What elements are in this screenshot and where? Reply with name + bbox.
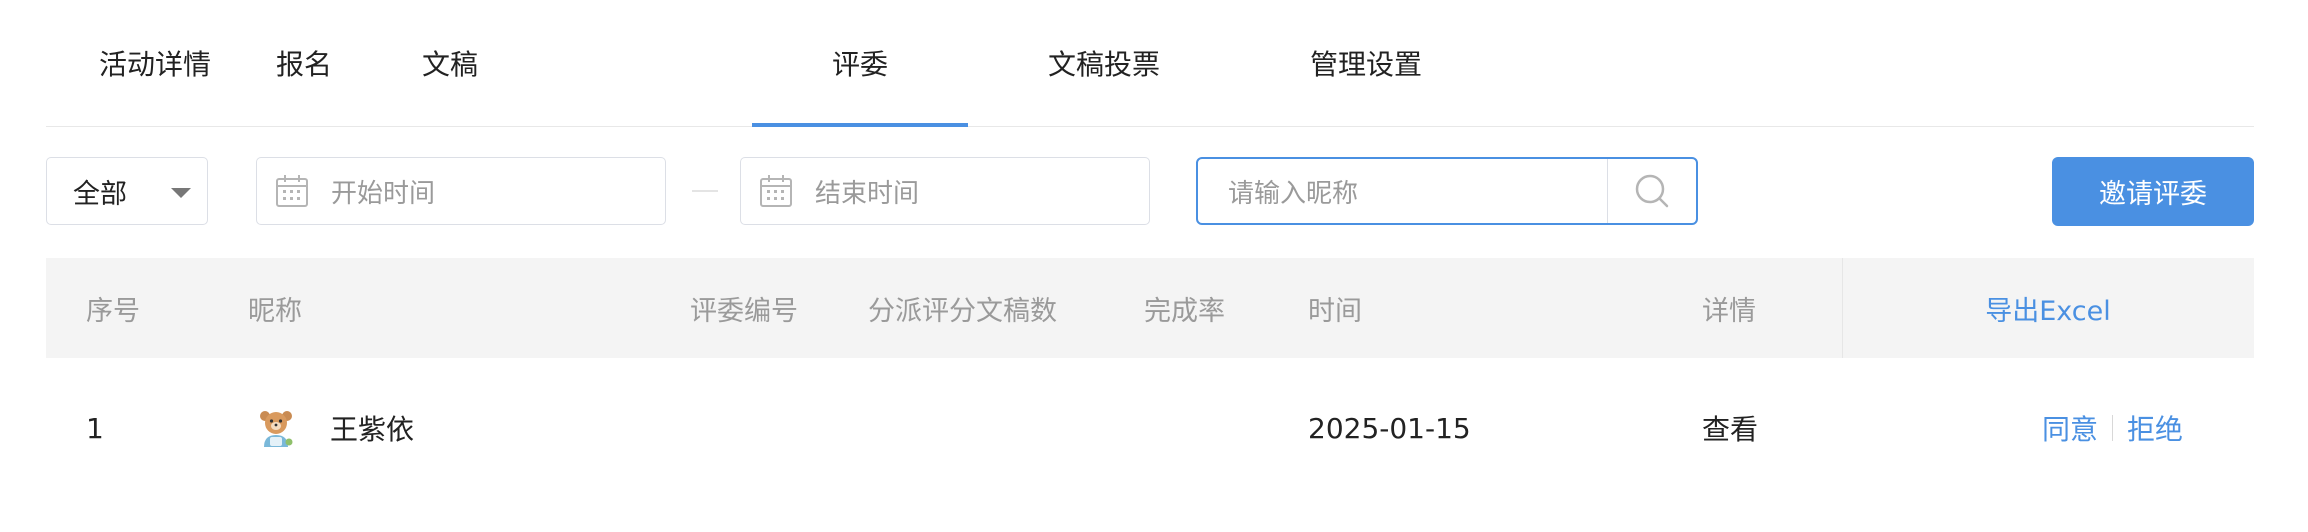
- approve-link[interactable]: 同意: [2042, 408, 2098, 448]
- tab-management-settings[interactable]: 管理设置: [1306, 0, 1426, 126]
- search-icon: [1635, 174, 1669, 208]
- nickname-search: 请输入昵称: [1196, 157, 1698, 225]
- column-header-index: 序号: [86, 295, 140, 327]
- invite-judge-button[interactable]: 邀请评委: [2052, 157, 2254, 226]
- tab-manuscripts[interactable]: 文稿: [400, 0, 500, 126]
- avatar-bear-icon: [260, 411, 293, 447]
- start-date-input[interactable]: 开始时间: [256, 157, 666, 225]
- tab-judges[interactable]: 评委: [752, 0, 968, 127]
- tab-activity-details[interactable]: 活动详情: [80, 0, 230, 126]
- judges-page: 活动详情 报名 文稿 评委 文稿投票 管理设置 全部 开始时间 结束时间 请输入…: [0, 0, 2308, 532]
- calendar-icon: [759, 174, 793, 208]
- tab-manuscript-voting[interactable]: 文稿投票: [1044, 0, 1164, 126]
- row-actions: 同意 拒绝: [2042, 378, 2183, 478]
- row-index: 1: [86, 411, 104, 445]
- calendar-icon: [275, 174, 309, 208]
- status-select-value: 全部: [73, 178, 127, 210]
- avatar: [256, 408, 296, 448]
- column-header-detail: 详情: [1702, 295, 1756, 327]
- tab-registration[interactable]: 报名: [254, 0, 354, 126]
- column-header-assigned-count: 分派评分文稿数: [868, 295, 1057, 327]
- column-header-nickname: 昵称: [248, 295, 302, 327]
- column-header-completion-rate: 完成率: [1144, 295, 1225, 327]
- column-header-judge-number: 评委编号: [690, 295, 798, 327]
- start-date-placeholder: 开始时间: [331, 178, 436, 209]
- row-nickname: 王紫依: [330, 413, 415, 446]
- date-range-separator: [692, 190, 718, 192]
- tab-bar: 活动详情 报名 文稿 评委 文稿投票 管理设置: [46, 0, 2254, 127]
- action-divider: [2112, 415, 2114, 441]
- status-select[interactable]: 全部: [46, 157, 208, 225]
- table-header: 序号 昵称 评委编号 分派评分文稿数 完成率 时间 详情 导出Excel: [46, 258, 2254, 358]
- reject-link[interactable]: 拒绝: [2127, 408, 2183, 448]
- end-date-placeholder: 结束时间: [815, 178, 920, 209]
- chevron-down-icon: [171, 188, 191, 198]
- search-input[interactable]: 请输入昵称: [1198, 173, 1607, 210]
- column-header-time: 时间: [1308, 295, 1362, 327]
- view-detail-link[interactable]: 查看: [1702, 378, 1758, 478]
- table-row: 1 王紫依 2025-01-15 查看 同意 拒绝: [46, 378, 2254, 478]
- search-button[interactable]: [1607, 159, 1696, 223]
- row-time: 2025-01-15: [1308, 411, 1471, 445]
- export-excel-link[interactable]: 导出Excel: [1842, 258, 2254, 358]
- end-date-input[interactable]: 结束时间: [740, 157, 1150, 225]
